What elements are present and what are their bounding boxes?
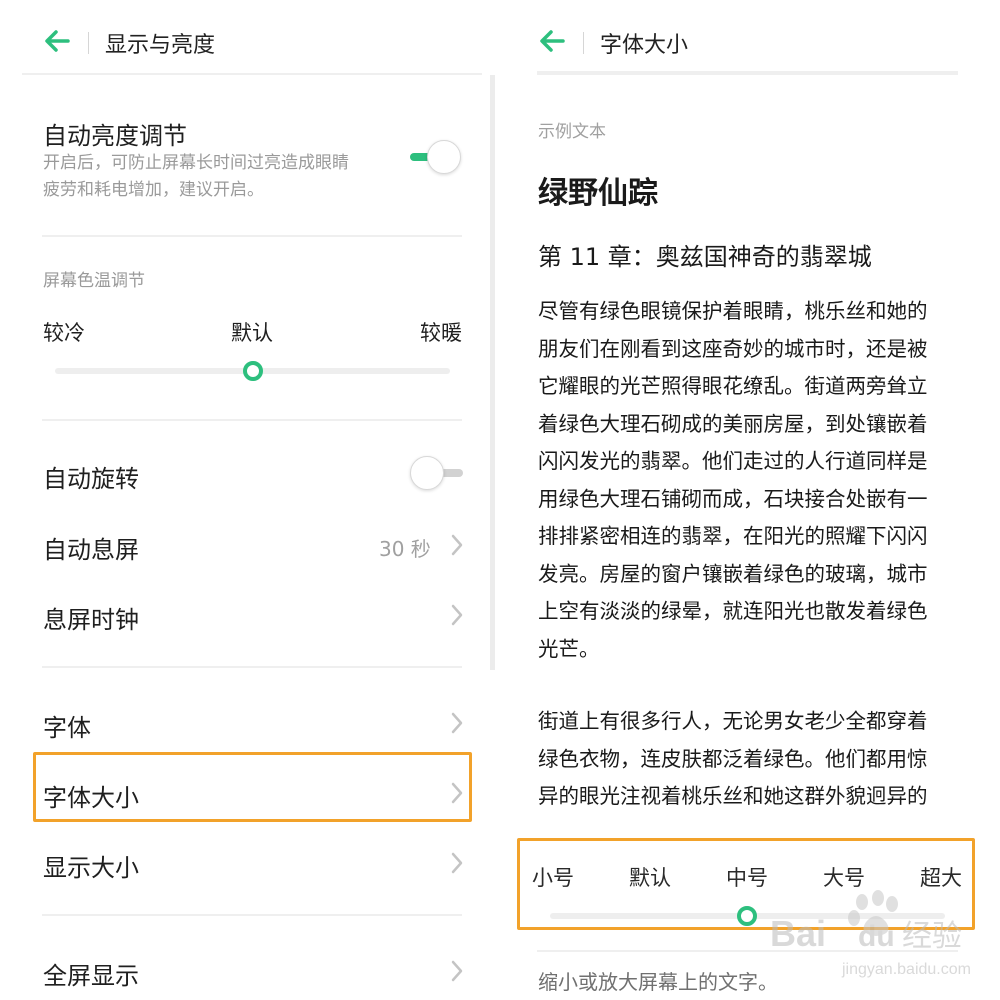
chevron-right-icon bbox=[451, 852, 463, 874]
para-line: 尽管有绿色眼镜保护着眼睛，桃乐丝和她的 bbox=[538, 299, 928, 323]
color-temp-warm-label: 较暖 bbox=[420, 321, 462, 345]
svg-text:Bai: Bai bbox=[770, 913, 826, 954]
svg-text:jingyan.baidu.com: jingyan.baidu.com bbox=[841, 961, 971, 978]
chevron-right-icon bbox=[451, 534, 463, 556]
page-title: 显示与亮度 bbox=[105, 33, 216, 58]
auto-brightness-desc-1: 开启后，可防止屏幕长时间过亮造成眼睛 bbox=[43, 153, 349, 173]
para-line: 用绿色大理石铺砌而成，石块接合处嵌有一 bbox=[538, 486, 928, 511]
color-temp-cool-label: 较冷 bbox=[43, 321, 85, 345]
para-line: 排排紧密相连的翡翠，在阳光的照耀下闪闪 bbox=[538, 524, 928, 548]
para-line: 闪闪发光的翡翠。他们走过的人行道同样是 bbox=[538, 449, 928, 473]
chevron-right-icon bbox=[451, 960, 463, 982]
screen-timeout-value: 30 秒 bbox=[379, 537, 431, 561]
topbar-divider bbox=[22, 73, 482, 75]
sample-book-title: 绿野仙踪 bbox=[538, 176, 658, 211]
aod-clock-label: 息屏时钟 bbox=[43, 606, 139, 634]
toggle-knob bbox=[427, 140, 461, 174]
para-line: 它耀眼的光芒照得眼花缭乱。街道两旁耸立 bbox=[538, 374, 928, 398]
toggle-knob bbox=[410, 456, 444, 490]
sample-paragraph-2: 街道上有很多行人，无论男女老少全都穿着 绿色衣物，连皮肤都泛着绿色。他们都用惊 … bbox=[538, 703, 958, 805]
auto-brightness-desc-2: 疲劳和耗电增加，建议开启。 bbox=[43, 180, 264, 200]
baidu-jingyan-watermark: Bai du 经验 jingyan.baidu.com bbox=[770, 890, 971, 978]
color-temp-section-label: 屏幕色温调节 bbox=[43, 271, 145, 291]
divider bbox=[42, 666, 462, 668]
font-size-topbar: 字体大小 bbox=[495, 0, 1000, 76]
auto-brightness-label: 自动亮度调节 bbox=[43, 122, 187, 150]
svg-text:经验: 经验 bbox=[902, 920, 962, 953]
para-line: 上空有淡淡的绿晕，就连阳光也散发着绿色 bbox=[538, 599, 928, 623]
sample-paragraph-2-clip: 街道上有很多行人，无论男女老少全都穿着 绿色衣物，连皮肤都泛着绿色。他们都用惊 … bbox=[495, 700, 1000, 805]
svg-text:du: du bbox=[858, 920, 895, 953]
font-size-highlight-box bbox=[33, 752, 472, 822]
para-line: 朋友们在刚看到这座奇妙的城市时，还是被 bbox=[538, 336, 928, 361]
para-line: 绿色衣物，连皮肤都泛着绿色。他们都用惊 bbox=[538, 746, 928, 771]
color-temp-slider-knob[interactable] bbox=[243, 361, 263, 381]
screen-timeout-label: 自动息屏 bbox=[43, 536, 139, 564]
full-screen-label: 全屏显示 bbox=[43, 962, 139, 990]
chevron-right-icon bbox=[451, 712, 463, 734]
divider bbox=[42, 914, 462, 916]
color-temp-default-label: 默认 bbox=[231, 321, 273, 345]
back-arrow-icon[interactable] bbox=[42, 26, 72, 56]
para-line: 街道上有很多行人，无论男女老少全都穿着 bbox=[538, 709, 928, 733]
display-size-label: 显示大小 bbox=[43, 854, 139, 882]
sample-paragraph-1: 尽管有绿色眼镜保护着眼睛，桃乐丝和她的 朋友们在刚看到这座奇妙的城市时，还是被 … bbox=[538, 293, 958, 668]
divider bbox=[42, 419, 462, 421]
para-line: 发亮。房屋的窗户镶嵌着绿色的玻璃，城市 bbox=[538, 561, 928, 586]
font-label: 字体 bbox=[43, 714, 91, 742]
topbar-divider bbox=[537, 71, 958, 75]
para-line: 着绿色大理石砌成的美丽房屋，到处镶嵌着 bbox=[538, 411, 928, 436]
para-line: 光芒。 bbox=[538, 636, 600, 661]
sample-text-caption: 示例文本 bbox=[538, 122, 606, 142]
page-title: 字体大小 bbox=[600, 33, 689, 58]
back-arrow-icon[interactable] bbox=[537, 26, 567, 56]
auto-rotate-label: 自动旋转 bbox=[43, 465, 139, 493]
display-topbar: 显示与亮度 bbox=[0, 0, 490, 76]
divider bbox=[42, 235, 462, 237]
font-size-panel: 字体大小 示例文本 绿野仙踪 第 11 章：奥兹国神奇的翡翠城 尽管有绿色眼镜保… bbox=[495, 0, 1000, 1000]
display-brightness-panel: 显示与亮度 自动亮度调节 开启后，可防止屏幕长时间过亮造成眼睛 疲劳和耗电增加，… bbox=[0, 0, 490, 1000]
font-size-hint: 缩小或放大屏幕上的文字。 bbox=[538, 970, 778, 994]
title-separator bbox=[88, 32, 89, 54]
chevron-right-icon bbox=[451, 604, 463, 626]
title-separator bbox=[583, 32, 584, 54]
para-line: 异的眼光注视着桃乐丝和她这群外貌迥异的 bbox=[538, 784, 928, 805]
sample-chapter-title: 第 11 章：奥兹国神奇的翡翠城 bbox=[538, 243, 872, 271]
